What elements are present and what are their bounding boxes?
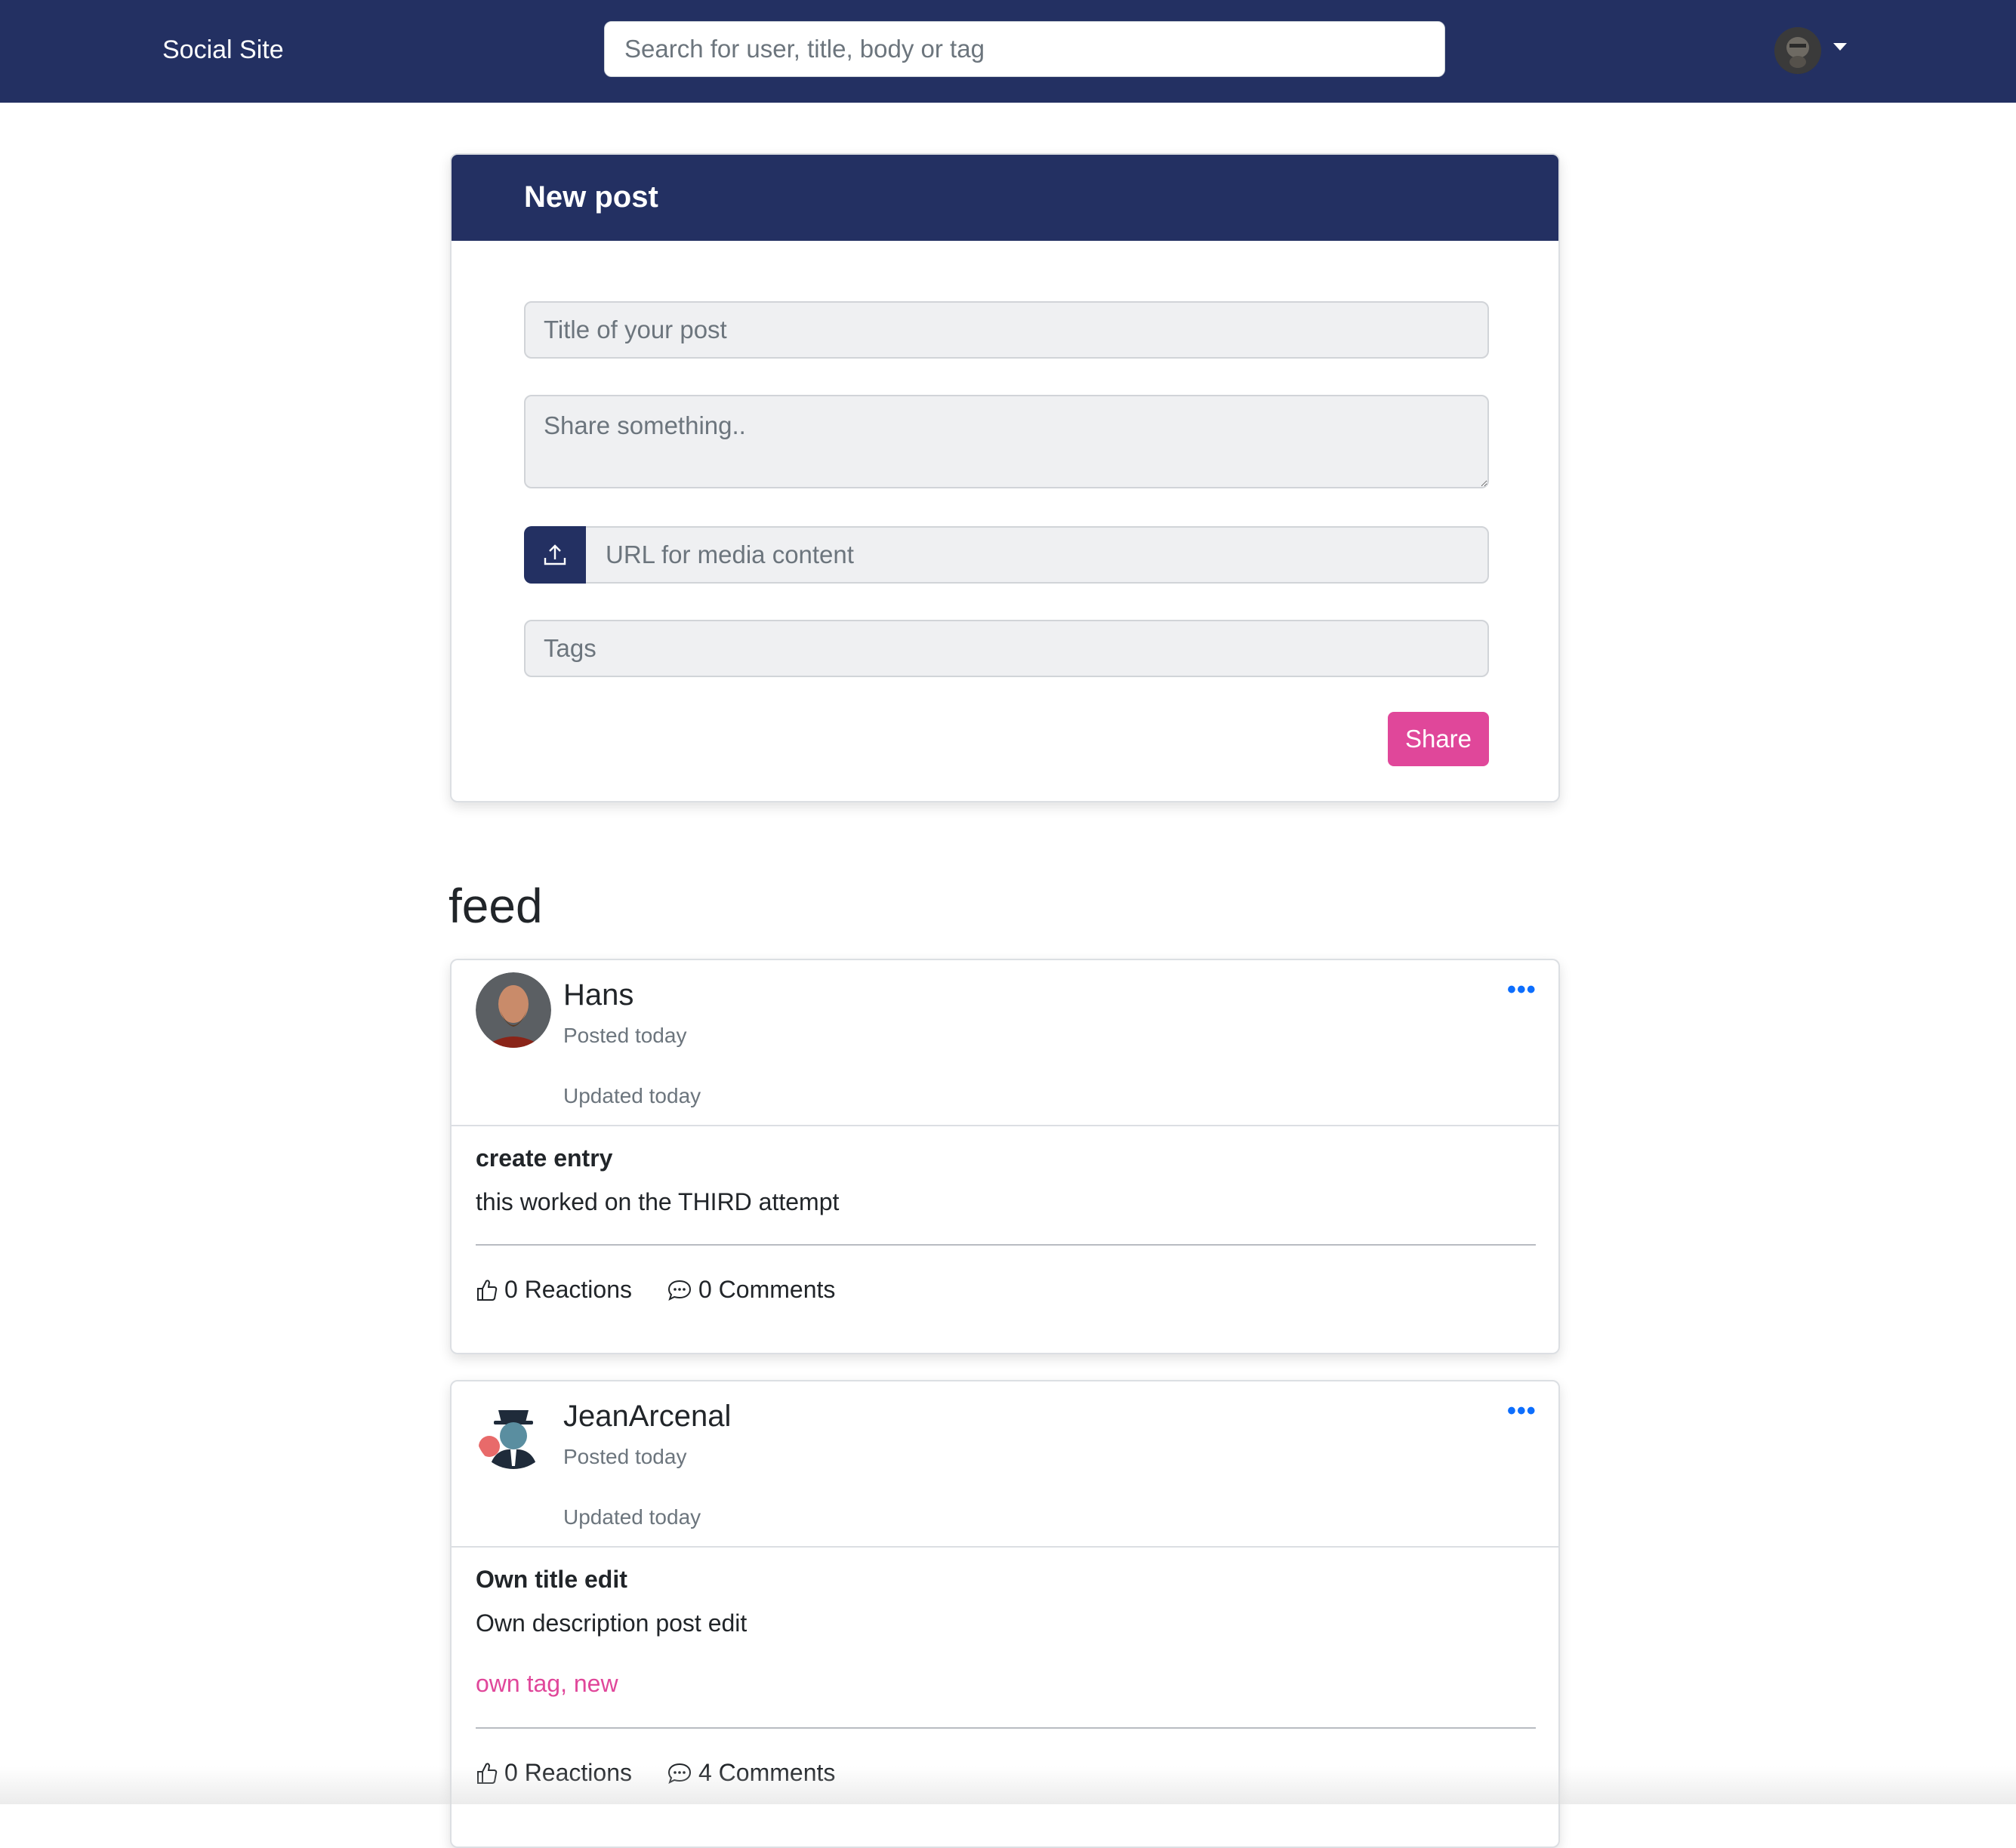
post-title-input[interactable] <box>524 301 1489 359</box>
updated-date: Updated today <box>563 1505 701 1529</box>
divider <box>476 1727 1536 1729</box>
avatar-image <box>476 972 551 1048</box>
post-card: JeanArcenal Posted today Updated today •… <box>450 1380 1560 1848</box>
post-title: create entry <box>476 1144 613 1172</box>
post-card: Hans Posted today Updated today ••• crea… <box>450 959 1560 1354</box>
ellipsis-icon[interactable]: ••• <box>1507 975 1537 1005</box>
comments-button[interactable]: 0 Comments <box>667 1276 835 1304</box>
post-title: Own title edit <box>476 1566 627 1593</box>
posted-date: Posted today <box>563 1445 687 1468</box>
comments-count: 0 Comments <box>698 1276 836 1303</box>
upload-icon <box>544 544 566 565</box>
author-avatar[interactable] <box>476 1394 551 1469</box>
new-post-header: New post <box>452 155 1558 241</box>
top-navbar: Social Site <box>0 0 2016 103</box>
post-body-textarea[interactable] <box>524 395 1489 488</box>
avatar-image <box>476 1394 551 1469</box>
reactions-count: 0 Reactions <box>504 1276 632 1303</box>
upload-button[interactable] <box>524 526 586 584</box>
share-button[interactable]: Share <box>1388 712 1489 766</box>
comments-count: 4 Comments <box>698 1759 836 1786</box>
comments-button[interactable]: 4 Comments <box>667 1759 835 1787</box>
chevron-down-icon[interactable] <box>1833 43 1847 51</box>
brand-link[interactable]: Social Site <box>162 33 284 66</box>
author-avatar[interactable] <box>476 972 551 1048</box>
post-tags[interactable]: own tag, new <box>476 1670 618 1698</box>
divider <box>452 1125 1558 1126</box>
feed-heading: feed <box>449 879 543 933</box>
reactions-button[interactable]: 0 Reactions <box>476 1759 632 1787</box>
new-post-card: New post Share <box>450 153 1560 802</box>
thumbs-up-icon <box>477 1762 498 1784</box>
divider <box>476 1244 1536 1246</box>
chat-bubble-icon <box>667 1280 691 1301</box>
tags-input[interactable] <box>524 620 1489 677</box>
post-actions: 0 Reactions 0 Comments <box>476 1276 870 1304</box>
updated-date: Updated today <box>563 1084 701 1107</box>
thumbs-up-icon <box>477 1279 498 1301</box>
reactions-button[interactable]: 0 Reactions <box>476 1276 632 1304</box>
post-username[interactable]: JeanArcenal <box>563 1400 731 1434</box>
user-avatar[interactable] <box>1774 27 1821 74</box>
posted-date: Posted today <box>563 1024 687 1047</box>
search-input[interactable] <box>604 21 1445 77</box>
divider <box>452 1546 1558 1548</box>
post-actions: 0 Reactions 4 Comments <box>476 1759 870 1787</box>
chat-bubble-icon <box>667 1763 691 1784</box>
post-body: this worked on the THIRD attempt <box>476 1188 840 1215</box>
avatar-image <box>1774 27 1821 74</box>
media-url-input[interactable] <box>524 526 1489 584</box>
post-username[interactable]: Hans <box>563 978 633 1012</box>
new-post-title: New post <box>524 180 658 214</box>
reactions-count: 0 Reactions <box>504 1759 632 1786</box>
ellipsis-icon[interactable]: ••• <box>1507 1397 1537 1426</box>
post-body: Own description post edit <box>476 1609 748 1637</box>
